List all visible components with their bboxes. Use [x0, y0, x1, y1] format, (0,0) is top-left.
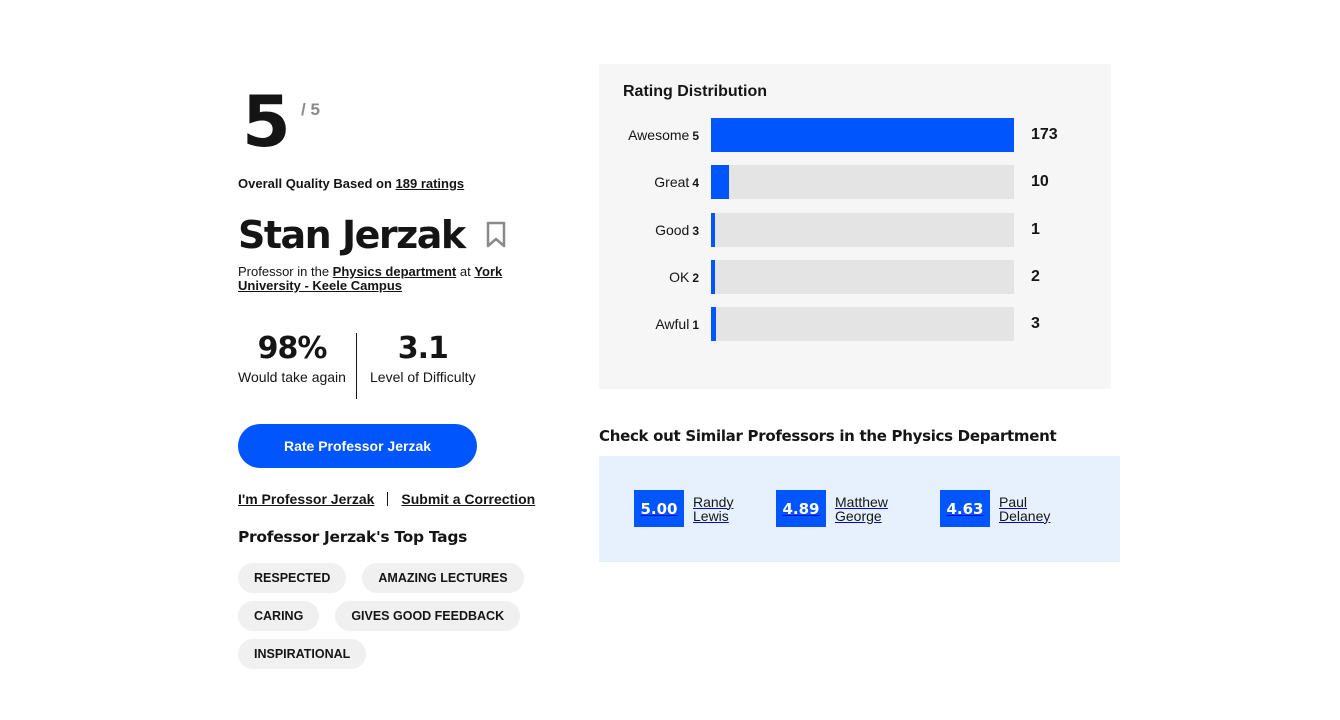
similar-professor-card[interactable]: 4.89 Matthew George — [776, 490, 905, 527]
similar-professor-name: Randy Lewis — [693, 493, 734, 524]
would-take-again-label: Would take again — [238, 369, 346, 385]
dist-count: 3 — [1031, 315, 1040, 332]
similar-professor-name: Paul Delaney — [999, 493, 1051, 524]
similar-professors-title: Check out Similar Professors in the Phys… — [599, 427, 1057, 445]
dist-category: Great — [654, 174, 690, 190]
dist-row-good: Good 3 1 — [599, 213, 1111, 247]
dist-bar-fill — [711, 260, 715, 294]
overall-score-max: / 5 — [301, 100, 320, 119]
dist-bar-track — [711, 213, 1014, 247]
dist-category-number: 2 — [692, 271, 699, 285]
feedback-stats: 98% Would take again 3.1 Level of Diffic… — [238, 333, 476, 399]
dist-category: OK — [669, 269, 690, 285]
dist-label: Good 3 — [655, 222, 699, 238]
rating-distribution: Rating Distribution Awesome 5 173 Great 4 … — [599, 64, 1111, 389]
similar-professor-score: 4.89 — [776, 490, 826, 527]
dist-label: Awful 1 — [655, 316, 699, 332]
tag-chip: Amazing lectures — [362, 563, 524, 593]
overall-quality-text: Overall Quality Based on 189 ratings — [238, 176, 464, 191]
link-divider — [387, 492, 389, 506]
dist-label: Great 4 — [654, 174, 699, 190]
dist-bar-fill — [711, 213, 715, 247]
tag-chip: Gives good feedback — [335, 601, 521, 631]
dist-category-number: 4 — [692, 176, 699, 190]
dist-category: Good — [655, 222, 690, 238]
rating-distribution-title: Rating Distribution — [623, 83, 767, 100]
dist-bar-track — [711, 165, 1014, 199]
similar-professors-list: 5.00 Randy Lewis 4.89 Matthew George 4.6… — [599, 456, 1120, 562]
dist-category: Awful — [655, 316, 690, 332]
ratings-count-link[interactable]: 189 ratings — [396, 176, 465, 191]
similar-professor-score: 4.63 — [940, 490, 990, 527]
overall-score-value: 5 — [242, 81, 291, 163]
dist-count: 2 — [1031, 268, 1040, 285]
top-tags-title: Professor Jerzak's Top Tags — [238, 528, 468, 546]
dist-count: 10 — [1031, 173, 1049, 190]
dist-bar-track — [711, 307, 1014, 341]
difficulty-value: 3.1 — [397, 331, 449, 366]
dist-category: Awesome — [628, 127, 690, 143]
tag-chip: Inspirational — [238, 639, 367, 669]
dist-label: Awesome 5 — [628, 127, 699, 143]
similar-professor-card[interactable]: 4.63 Paul Delaney — [940, 490, 1069, 527]
dist-row-great: Great 4 10 — [599, 165, 1111, 199]
dist-bar-fill — [711, 307, 716, 341]
tag-chip: Caring — [238, 601, 320, 631]
dept-prefix: Professor in the — [238, 264, 330, 279]
would-take-again-value: 98% — [257, 331, 328, 366]
im-professor-link[interactable]: I'm Professor Jerzak — [238, 491, 374, 507]
professor-summary: 5 / 5 Overall Quality Based on 189 ratin… — [238, 80, 558, 669]
bookmark-icon[interactable] — [485, 221, 507, 249]
similar-professor-score: 5.00 — [634, 490, 684, 527]
would-take-again: 98% Would take again — [238, 333, 357, 399]
submit-correction-link[interactable]: Submit a Correction — [401, 491, 535, 507]
similar-professor-card[interactable]: 5.00 Randy Lewis — [634, 490, 763, 527]
dist-bar-fill — [711, 118, 1014, 152]
professor-links: I'm Professor Jerzak Submit a Correction — [238, 491, 535, 507]
dist-category-number: 5 — [692, 129, 699, 143]
overall-based-on: Overall Quality Based on — [238, 176, 392, 191]
professor-department: Professor in the Physics department at Y… — [238, 265, 538, 293]
dist-count: 1 — [1031, 221, 1040, 238]
dist-category-number: 3 — [692, 224, 699, 238]
rate-professor-button[interactable]: Rate Professor Jerzak — [238, 424, 477, 468]
top-tags-list: Respected Amazing lectures Caring Gives … — [238, 563, 558, 669]
professor-name-row: Stan Jerzak — [238, 210, 507, 260]
dist-bar-fill — [711, 165, 729, 199]
tag-chip: Respected — [238, 563, 347, 593]
dist-label: OK 2 — [669, 269, 699, 285]
dist-row-awesome: Awesome 5 173 — [599, 118, 1111, 152]
overall-score: 5 / 5 — [238, 80, 558, 170]
dist-category-number: 1 — [692, 318, 699, 332]
dist-row-awful: Awful 1 3 — [599, 307, 1111, 341]
dist-bar-track — [711, 260, 1014, 294]
dist-row-ok: OK 2 2 — [599, 260, 1111, 294]
dist-bar-track — [711, 118, 1014, 152]
difficulty-label: Level of Difficulty — [370, 369, 476, 385]
department-link[interactable]: Physics department — [333, 264, 457, 279]
professor-name: Stan Jerzak — [238, 213, 466, 257]
level-of-difficulty: 3.1 Level of Difficulty — [357, 333, 476, 399]
similar-professor-name: Matthew George — [835, 493, 888, 524]
dept-at: at — [459, 264, 471, 279]
dist-count: 173 — [1031, 126, 1058, 143]
